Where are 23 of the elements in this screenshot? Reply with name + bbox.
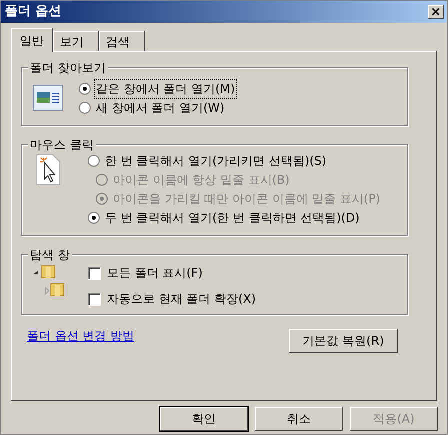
dialog-button[interactable]: 확인: [160, 407, 248, 431]
tab[interactable]: 일반: [11, 28, 53, 52]
window-title: 폴더 옵션: [5, 3, 62, 22]
cursor-click-icon: [36, 154, 62, 186]
radio-button[interactable]: [88, 154, 100, 166]
radio-button[interactable]: [88, 212, 100, 224]
tab[interactable]: 보기: [53, 31, 99, 51]
restore-defaults-button[interactable]: 기본값 복원(R): [289, 329, 398, 353]
radio-label[interactable]: 한 번 클릭해서 열기(가리키면 선택됨)(S): [104, 152, 328, 170]
radio-label[interactable]: 두 번 클릭해서 열기(한 번 클릭하면 선택됨)(D): [104, 208, 361, 226]
checkbox-label[interactable]: 자동으로 현재 폴더 확장(X): [107, 290, 256, 308]
checkbox[interactable]: [88, 292, 101, 306]
checkbox-label[interactable]: 모든 폴더 표시(F): [107, 264, 203, 282]
window-layout-icon: [33, 85, 63, 111]
radio-label[interactable]: 같은 창에서 폴더 열기(M): [95, 80, 236, 98]
dialog-button[interactable]: 취소: [255, 407, 343, 431]
radio-label[interactable]: 새 창에서 폴더 열기(W): [95, 98, 226, 116]
tab[interactable]: 검색: [99, 31, 145, 51]
radio-button[interactable]: [79, 82, 91, 94]
help-link[interactable]: 폴더 옵션 변경 방법: [27, 327, 134, 345]
checkbox[interactable]: [88, 266, 101, 280]
radio-button[interactable]: [79, 102, 91, 114]
close-button[interactable]: ×: [428, 5, 444, 19]
